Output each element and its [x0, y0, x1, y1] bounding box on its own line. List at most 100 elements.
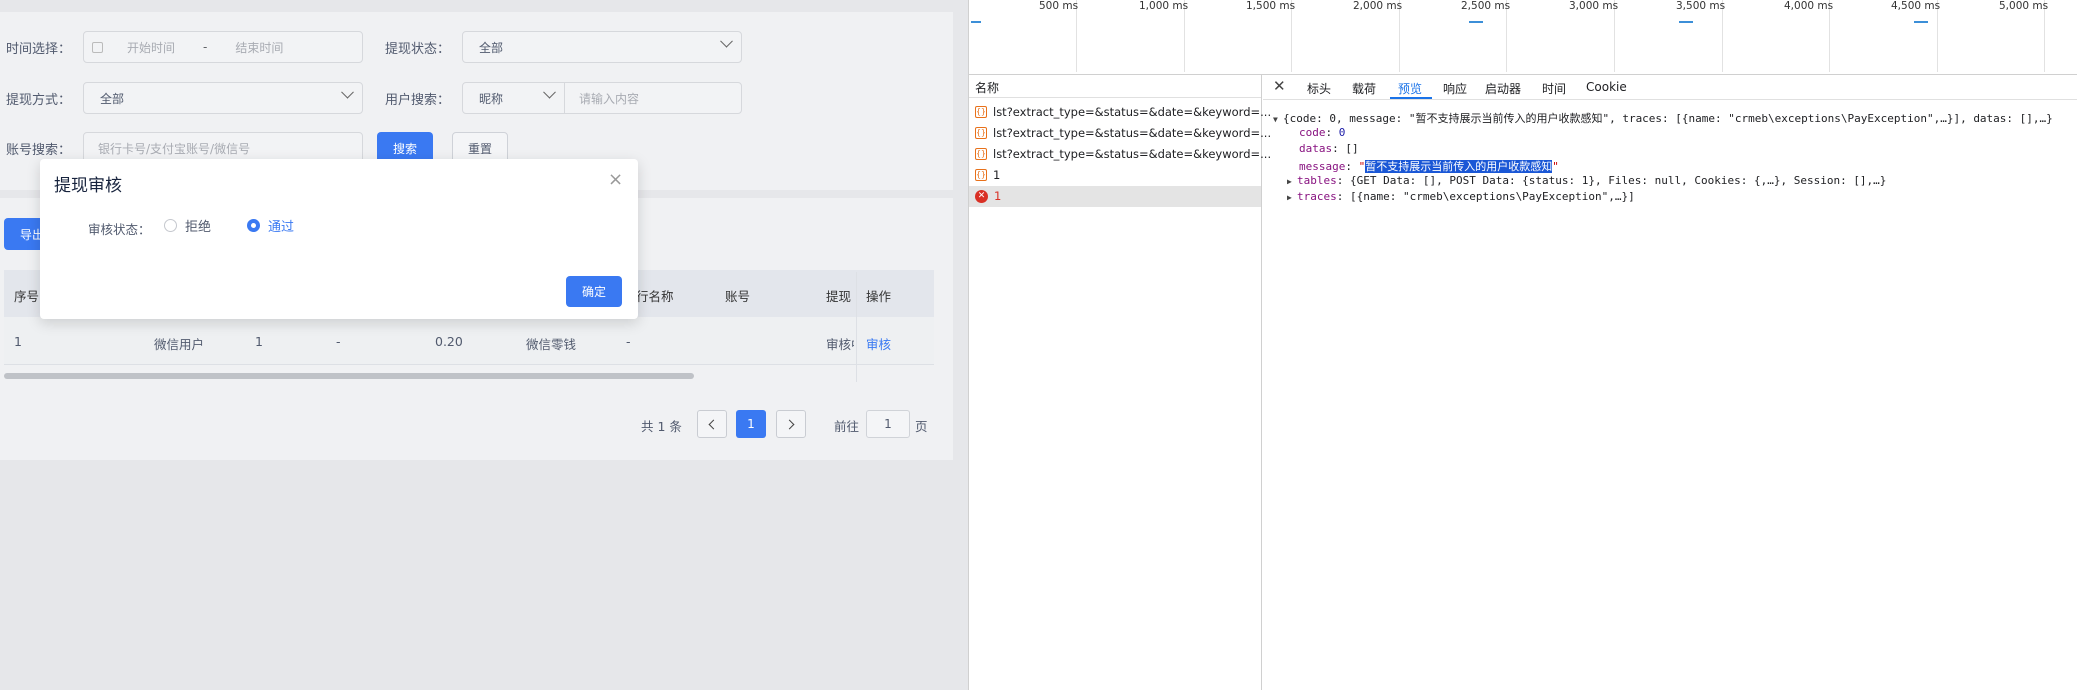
- radio-unchecked-icon: [164, 219, 177, 232]
- tab-timing[interactable]: 时间: [1542, 80, 1566, 97]
- fixed-column-divider: [856, 272, 857, 382]
- request-name: lst?extract_type=&status=&date=&keyword=…: [993, 126, 1272, 140]
- network-timeline[interactable]: 500 ms 1,000 ms 1,500 ms 2,000 ms 2,500 …: [969, 0, 2077, 75]
- json-tables[interactable]: ▶ tables: {GET Data: [], POST Data: {stat…: [1287, 174, 1886, 187]
- timeline-tick: 2,000 ms: [1353, 0, 1403, 12]
- radio-pass-label: 通过: [268, 220, 295, 235]
- timeline-tick: 500 ms: [1039, 0, 1079, 12]
- date-range-input[interactable]: 开始时间 - 结束时间: [83, 31, 363, 63]
- request-name: 1: [994, 189, 1002, 203]
- chevron-right-icon: [784, 419, 795, 429]
- tab-response[interactable]: 响应: [1443, 80, 1467, 97]
- col-header-index: 序号: [14, 289, 40, 304]
- xhr-icon: {}: [975, 169, 987, 181]
- col-header-action: 操作: [866, 289, 892, 304]
- devtools-panel: 500 ms 1,000 ms 1,500 ms 2,000 ms 2,500 …: [968, 0, 2077, 690]
- request-name: lst?extract_type=&status=&date=&keyword=…: [993, 147, 1272, 161]
- cell-amount: 0.20: [435, 334, 463, 349]
- timeline-bar: [1679, 21, 1693, 23]
- collapsed-triangle-icon: ▶: [1287, 177, 1292, 186]
- request-row[interactable]: {} 1: [975, 168, 1000, 182]
- name-column-header: 名称: [975, 81, 1000, 95]
- radio-pass[interactable]: 通过: [247, 216, 294, 235]
- selected-message-text: 暂不支持展示当前传入的用户收款感知: [1365, 160, 1553, 173]
- goto-label: 前往: [834, 419, 860, 434]
- admin-app: 时间选择： 开始时间 - 结束时间 提现状态： 全部 提现方式： 全部 用户搜索…: [0, 0, 968, 690]
- status-select[interactable]: 全部: [462, 31, 742, 63]
- col-header-account: 账号: [725, 289, 751, 304]
- request-row[interactable]: {} lst?extract_type=&status=&date=&keywor…: [975, 147, 1271, 161]
- prev-page-button[interactable]: [697, 410, 727, 438]
- page-1-button[interactable]: 1: [736, 410, 766, 438]
- timeline-bar: [1914, 21, 1928, 23]
- pagination-total: 共 1 条: [641, 419, 682, 434]
- time-label: 时间选择：: [6, 42, 72, 57]
- account-label: 账号搜索：: [6, 143, 72, 158]
- timeline-tick: 2,500 ms: [1461, 0, 1511, 12]
- timeline-tick: 4,500 ms: [1891, 0, 1941, 12]
- cell-index: 1: [14, 334, 22, 349]
- radio-checked-icon: [247, 219, 260, 232]
- collapsed-triangle-icon: ▶: [1287, 193, 1292, 202]
- modal-title: 提现审核: [54, 176, 122, 196]
- date-separator: -: [203, 40, 208, 54]
- cell-user-type: 微信用户: [154, 337, 205, 352]
- method-label: 提现方式：: [6, 93, 72, 108]
- error-icon: ✕: [975, 189, 988, 203]
- timeline-tick: 1,000 ms: [1139, 0, 1189, 12]
- close-icon[interactable]: ×: [608, 169, 623, 190]
- json-code: code: 0: [1299, 126, 1346, 139]
- radio-reject-label: 拒绝: [185, 220, 212, 235]
- xhr-icon: {}: [975, 148, 987, 160]
- tab-cookie[interactable]: Cookie: [1586, 80, 1627, 94]
- cell-status: 审核中: [826, 337, 854, 352]
- request-row[interactable]: {} lst?extract_type=&status=&date=&keywor…: [975, 126, 1271, 140]
- audit-modal: 提现审核 × 审核状态： 拒绝 通过 确定: [40, 159, 638, 319]
- timeline-bar: [971, 21, 981, 23]
- timeline-tick: 5,000 ms: [1999, 0, 2049, 12]
- table-row: [4, 317, 934, 365]
- user-search-input[interactable]: 请输入内容: [564, 82, 742, 114]
- goto-page-input[interactable]: 1: [866, 410, 910, 438]
- cell-method: 微信零钱: [526, 337, 577, 352]
- request-detail: ✕ 标头 载荷 预览 响应 启动器 时间 Cookie ▼ {code: 0, m…: [1263, 75, 2077, 690]
- request-list: 名称 {} lst?extract_type=&status=&date=&key…: [969, 75, 1271, 690]
- user-search-type-value: 昵称: [479, 91, 504, 106]
- tab-headers[interactable]: 标头: [1307, 80, 1331, 97]
- tab-payload[interactable]: 载荷: [1352, 80, 1376, 97]
- json-traces[interactable]: ▶ traces: [{name: "crmeb\exceptions\PayEx…: [1287, 190, 1635, 203]
- confirm-button[interactable]: 确定: [566, 276, 622, 307]
- status-select-value: 全部: [479, 40, 504, 55]
- request-row[interactable]: {} lst?extract_type=&status=&date=&keywor…: [975, 105, 1271, 119]
- chevron-down-icon: [720, 34, 733, 48]
- chevron-down-icon: [543, 85, 556, 99]
- end-time-placeholder: 结束时间: [235, 40, 284, 55]
- json-root[interactable]: ▼ {code: 0, message: "暂不支持展示当前传入的用户收款感知",…: [1273, 110, 2053, 126]
- timeline-tick: 3,000 ms: [1569, 0, 1619, 12]
- tab-preview[interactable]: 预览: [1398, 80, 1422, 97]
- timeline-bar: [1469, 21, 1483, 23]
- expand-triangle-icon: ▼: [1273, 115, 1278, 124]
- audit-link[interactable]: 审核: [866, 334, 891, 353]
- user-search-type-select[interactable]: 昵称: [462, 82, 565, 114]
- selected-request-highlight: [969, 186, 1261, 207]
- request-name: lst?extract_type=&status=&date=&keyword=…: [993, 105, 1272, 119]
- json-datas: datas: []: [1299, 142, 1359, 155]
- user-search-label: 用户搜索：: [385, 93, 451, 108]
- close-icon[interactable]: ✕: [1273, 77, 1286, 95]
- status-label: 提现状态：: [385, 42, 451, 57]
- json-summary: {code: 0, message: "暂不支持展示当前传入的用户收款感知", …: [1283, 112, 2053, 125]
- tab-initiator[interactable]: 启动器: [1485, 80, 1521, 97]
- horizontal-scrollbar[interactable]: [4, 373, 694, 379]
- request-row-selected[interactable]: ✕ 1: [975, 189, 1001, 203]
- cell-dash: -: [626, 334, 631, 349]
- xhr-icon: {}: [975, 127, 987, 139]
- radio-reject[interactable]: 拒绝: [164, 216, 211, 235]
- next-page-button[interactable]: [776, 410, 806, 438]
- xhr-icon: {}: [975, 106, 987, 118]
- chevron-left-icon: [708, 419, 719, 429]
- cell-num: 1: [255, 334, 263, 349]
- method-select[interactable]: 全部: [83, 82, 363, 114]
- json-message: message: "暂不支持展示当前传入的用户收款感知": [1299, 160, 1559, 173]
- timeline-tick: 4,000 ms: [1784, 0, 1834, 12]
